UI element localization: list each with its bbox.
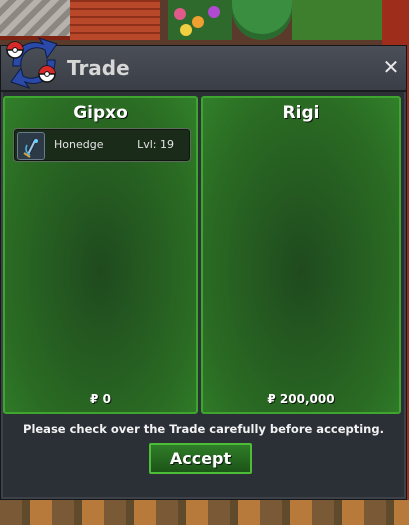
flower-bed (168, 0, 232, 40)
player-name: Gipxo (73, 103, 128, 123)
trade-swap-icon (6, 37, 58, 89)
brick-wall (70, 0, 160, 40)
item-name: Honedge (54, 138, 104, 151)
trade-window: Trade ✕ Gipxo Honedge Lvl: 19 ₽ 0 Rigi ₽… (0, 37, 407, 500)
trade-title: Trade (67, 56, 130, 80)
partner-name: Rigi (282, 103, 320, 123)
player-offer-panel: Gipxo Honedge Lvl: 19 ₽ 0 (3, 96, 198, 414)
tree (232, 0, 292, 40)
trade-item-row[interactable]: Honedge Lvl: 19 (13, 128, 191, 162)
money-amount: ₽ 0 (90, 392, 111, 406)
grass (292, 0, 382, 40)
item-level: Lvl: 19 (137, 138, 174, 151)
accept-button[interactable]: Accept (149, 443, 252, 474)
honedge-sprite-icon (17, 132, 45, 160)
partner-money-amount: ₽ 200,000 (267, 392, 335, 406)
close-button[interactable]: ✕ (380, 56, 402, 78)
close-icon: ✕ (382, 55, 400, 79)
ground-tiles (0, 500, 409, 525)
trade-notice: Please check over the Trade carefully be… (23, 422, 384, 436)
partner-offer-panel: Rigi ₽ 200,000 (201, 96, 401, 414)
stone-roof (0, 0, 70, 36)
